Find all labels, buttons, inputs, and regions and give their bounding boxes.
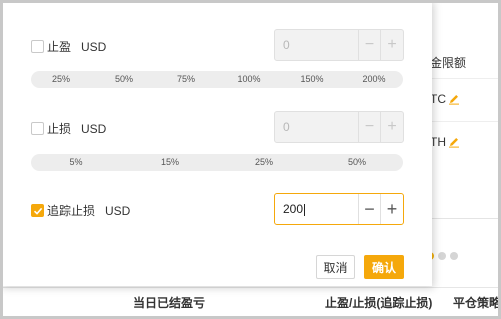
text-cursor (304, 203, 306, 216)
stop-loss-ratio-bar: 5% 15% 25% 50% (31, 154, 403, 171)
column-header-tp-sl: 止盈/止损(追踪止损) (325, 296, 433, 310)
background-table: 金限额 TC TH (430, 38, 501, 268)
column-header-realized-pnl: 当日已结盈亏 (133, 296, 206, 310)
cancel-button[interactable]: 取消 (316, 255, 355, 279)
header-fragment: 金限额 (430, 55, 467, 70)
trailing-stop-checkbox[interactable] (31, 204, 44, 217)
trailing-stop-stepper: 200 − + (274, 193, 404, 225)
take-profit-header: 止盈 USD (31, 38, 106, 55)
ratio-option[interactable]: 75% (177, 73, 195, 86)
row-symbol-fragment: TC (430, 91, 446, 106)
take-profit-stepper: 0 − + (274, 29, 404, 61)
take-profit-checkbox[interactable] (31, 40, 44, 53)
stop-loss-input[interactable]: 0 (275, 112, 359, 142)
edit-icon[interactable] (448, 136, 460, 148)
take-profit-plus-button[interactable]: + (381, 30, 403, 60)
ratio-option[interactable]: 50% (115, 73, 133, 86)
pagination-dot[interactable] (438, 252, 446, 260)
stop-loss-checkbox[interactable] (31, 122, 44, 135)
checkmark-icon (33, 207, 42, 215)
ratio-option[interactable]: 150% (300, 73, 323, 86)
trailing-stop-unit: USD (105, 203, 131, 218)
take-profit-ratio-bar: 25% 50% 75% 100% 150% 200% (31, 71, 403, 88)
row-symbol-fragment: TH (430, 134, 446, 149)
take-profit-label: 止盈 (47, 40, 72, 54)
confirm-button[interactable]: 确认 (364, 255, 404, 279)
footer-header: 当日已结盈亏 止盈/止损(追踪止损) 平仓策略 (0, 287, 501, 311)
trailing-stop-minus-button[interactable]: − (359, 194, 381, 224)
stop-loss-stepper: 0 − + (274, 111, 404, 143)
trailing-stop-header: 追踪止损 USD (31, 202, 130, 219)
trailing-stop-label: 追踪止损 (47, 204, 96, 218)
ratio-option[interactable]: 15% (161, 156, 179, 169)
table-row: TH (430, 121, 501, 161)
trailing-stop-plus-button[interactable]: + (381, 194, 403, 224)
edit-icon[interactable] (448, 93, 460, 105)
stop-loss-header: 止损 USD (31, 120, 106, 137)
ratio-option[interactable]: 50% (348, 156, 366, 169)
take-profit-minus-button[interactable]: − (359, 30, 381, 60)
tp-sl-modal: 止盈 USD 0 − + 25% 50% 75% 100% 150% 200% … (0, 0, 432, 286)
ratio-option[interactable]: 200% (362, 73, 385, 86)
trailing-stop-value: 200 (283, 202, 304, 216)
ratio-option[interactable]: 100% (237, 73, 260, 86)
divider (430, 218, 501, 219)
stop-loss-label: 止损 (47, 122, 72, 136)
stop-loss-unit: USD (81, 121, 107, 136)
stop-loss-minus-button[interactable]: − (359, 112, 381, 142)
ratio-option[interactable]: 5% (69, 156, 82, 169)
table-row: TC (430, 78, 501, 118)
ratio-option[interactable]: 25% (52, 73, 70, 86)
take-profit-unit: USD (81, 39, 107, 54)
background-table-header: 金限额 (430, 42, 501, 82)
stop-loss-plus-button[interactable]: + (381, 112, 403, 142)
column-header-close-strategy: 平仓策略 (453, 296, 501, 310)
pagination-dot[interactable] (450, 252, 458, 260)
trailing-stop-input[interactable]: 200 (275, 194, 359, 224)
take-profit-input[interactable]: 0 (275, 30, 359, 60)
ratio-option[interactable]: 25% (255, 156, 273, 169)
